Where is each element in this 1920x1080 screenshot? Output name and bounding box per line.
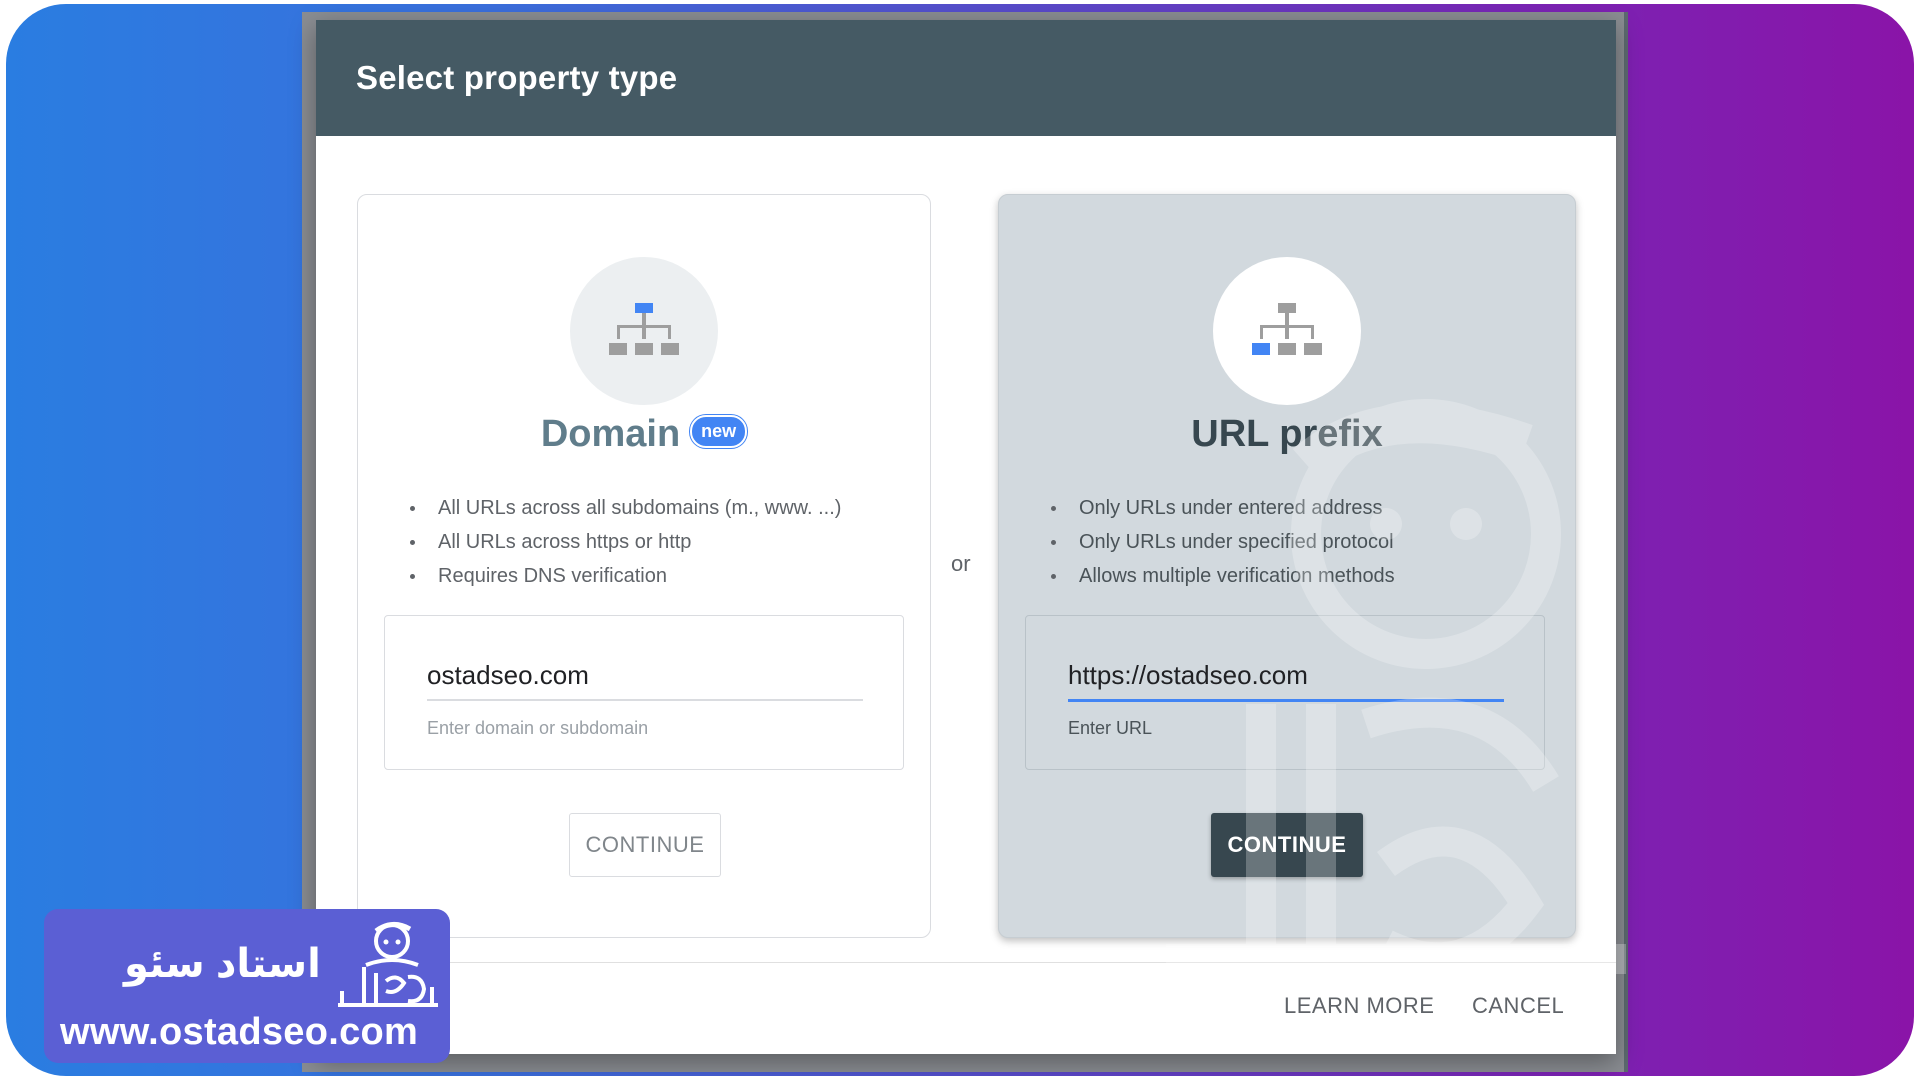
domain-input-box: ostadseo.com Enter domain or subdomain [384,615,904,770]
domain-title: Domain new [358,413,930,456]
new-badge: new [690,415,748,449]
domain-card[interactable]: Domain new All URLs across all subdomains… [357,194,931,938]
list-item: All URLs across https or http [408,525,841,559]
list-item: Requires DNS verification [408,559,841,593]
domain-bullets: All URLs across all subdomains (m., www.… [408,491,841,593]
watermark-logo [1166,399,1626,974]
domain-input[interactable]: ostadseo.com [427,660,863,701]
url-prefix-icon-circle [1213,257,1361,405]
brand-name: استاد سئو [124,942,321,986]
dialog-title: Select property type [356,59,678,96]
sitemap-icon [609,303,679,355]
brand-url[interactable]: www.ostadseo.com [60,1011,418,1054]
list-item: All URLs across all subdomains (m., www.… [408,491,841,525]
ostadseo-logo-icon [338,922,438,1007]
sitemap-icon [1252,303,1322,355]
domain-title-text: Domain [540,413,681,455]
brand-box: استاد سئو www.ostadseo.com [44,909,450,1063]
dialog-header: Select property type [316,20,1616,136]
domain-continue-button[interactable]: CONTINUE [569,813,721,877]
url-input-hint: Enter URL [1068,718,1153,738]
domain-input-hint: Enter domain or subdomain [427,718,649,738]
domain-icon-circle [570,257,718,405]
or-separator: or [951,551,971,576]
background-frame: Select property type Domain new All URLs… [6,4,1914,1076]
